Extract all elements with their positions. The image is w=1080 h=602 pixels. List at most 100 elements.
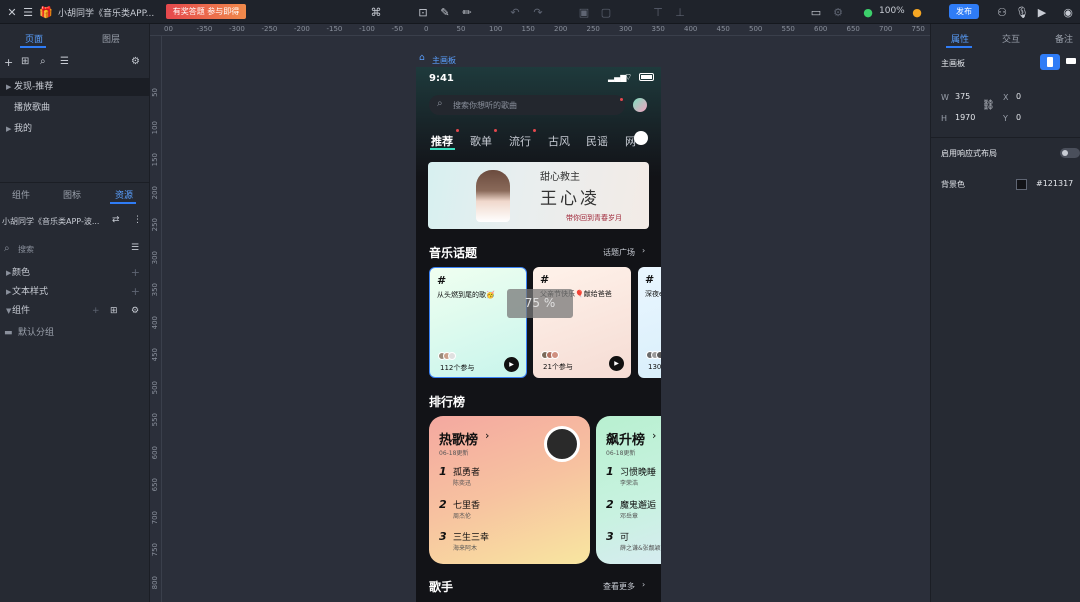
- page-settings-icon[interactable]: ⚙: [131, 56, 140, 67]
- tab-folk[interactable]: 民谣: [586, 133, 608, 149]
- y-field[interactable]: 0: [1016, 113, 1021, 122]
- settings-icon[interactable]: ⚙: [830, 4, 846, 20]
- page-item-playing[interactable]: 播放歌曲: [0, 99, 150, 117]
- x-field[interactable]: 0: [1016, 92, 1021, 101]
- add-page-icon[interactable]: +: [4, 56, 13, 69]
- artboard-label[interactable]: 主画板: [432, 55, 456, 66]
- coin-icon[interactable]: ●: [909, 4, 925, 20]
- chart-date: 06-18更新: [439, 450, 469, 457]
- topic-hash: #: [645, 273, 655, 286]
- align-top-icon[interactable]: ⊤: [650, 4, 666, 20]
- tab-playlist[interactable]: 歌单: [470, 133, 492, 149]
- topic-card[interactable]: # 父亲节快乐🎈献给爸爸 21个参与 ▶: [533, 267, 631, 378]
- list-view-icon[interactable]: ☰: [131, 243, 139, 253]
- tab-pages[interactable]: 页面: [25, 32, 43, 45]
- bg-color-value[interactable]: #121317: [1036, 179, 1073, 188]
- document-title[interactable]: 小胡同学《音乐类APP...: [58, 6, 154, 19]
- group-colors[interactable]: ▶ 颜色 +: [0, 264, 150, 282]
- settings-icon[interactable]: ⚙: [131, 302, 139, 320]
- chart-card-hot[interactable]: 热歌榜 › 06-18更新 1 孤勇者 陈奕迅 2 七里香 周杰伦 3 三生三幸…: [429, 416, 590, 564]
- redo-icon[interactable]: ↷: [530, 4, 546, 20]
- tab-layers[interactable]: 图层: [102, 32, 120, 45]
- tab-components[interactable]: 组件: [12, 188, 30, 201]
- switch-icon[interactable]: ⇄: [112, 215, 120, 225]
- tab-notes[interactable]: 备注: [1055, 32, 1073, 45]
- song-name[interactable]: 可: [620, 530, 629, 543]
- tab-recommend[interactable]: 推荐: [431, 133, 453, 149]
- pencil-tool-icon[interactable]: ✏: [459, 4, 475, 20]
- width-label: W: [941, 93, 949, 102]
- new-folder-icon[interactable]: ⊞: [21, 56, 29, 67]
- promo-banner[interactable]: 有奖答题 参与即得: [166, 4, 246, 19]
- zoom-level[interactable]: 100%: [879, 6, 905, 16]
- chart-title: 飙升榜: [606, 433, 646, 448]
- category-menu-icon[interactable]: [634, 131, 648, 145]
- pen-tool-icon[interactable]: ✎: [437, 4, 453, 20]
- chevron-right-icon: ›: [652, 429, 657, 442]
- avatar[interactable]: [633, 98, 647, 112]
- group-label: 文本样式: [12, 287, 49, 297]
- close-icon[interactable]: ✕: [4, 4, 20, 20]
- align-bottom-icon[interactable]: ⊥: [672, 4, 688, 20]
- gift-icon[interactable]: 🎁: [38, 4, 54, 20]
- page-item-mine[interactable]: ▶ 我的: [0, 120, 150, 138]
- song-name[interactable]: 三生三幸: [453, 530, 489, 543]
- add-icon[interactable]: +: [131, 283, 140, 301]
- add-icon[interactable]: +: [131, 264, 140, 282]
- tab-properties[interactable]: 属性: [951, 32, 969, 45]
- collaborators-icon[interactable]: ⚇: [994, 4, 1010, 20]
- topics-more-link[interactable]: 话题广场: [603, 247, 635, 258]
- more-icon[interactable]: ⋮: [133, 215, 142, 225]
- landscape-orientation-icon[interactable]: [1066, 58, 1076, 64]
- singers-more-link[interactable]: 查看更多: [603, 581, 635, 592]
- chevron-right-icon: ▶: [6, 288, 12, 296]
- group-components[interactable]: ▼ 组件 + ⊞ ⚙: [0, 302, 150, 320]
- new-folder-icon[interactable]: ⊞: [110, 302, 118, 320]
- song-name[interactable]: 孤勇者: [453, 465, 480, 478]
- user-avatar-icon[interactable]: ◉: [1060, 4, 1076, 20]
- song-name[interactable]: 魔鬼邂逅: [620, 498, 656, 511]
- song-name[interactable]: 习惯晚睡: [620, 465, 656, 478]
- width-field[interactable]: 375: [955, 92, 970, 101]
- undo-icon[interactable]: ↶: [507, 4, 523, 20]
- song-name[interactable]: 七里香: [453, 498, 480, 511]
- play-preview-icon[interactable]: ▶: [1034, 4, 1050, 20]
- default-group[interactable]: ▬ 默认分组: [0, 324, 150, 342]
- tab-ancient[interactable]: 古风: [548, 133, 570, 149]
- search-icon[interactable]: ⌕: [40, 56, 46, 67]
- path-tool-icon[interactable]: ⌘: [368, 4, 384, 20]
- height-field[interactable]: 1970: [955, 113, 975, 122]
- add-icon[interactable]: +: [92, 302, 100, 320]
- resource-search-input[interactable]: 搜索: [18, 244, 34, 255]
- ungroup-icon[interactable]: ▢: [598, 4, 614, 20]
- group-text-styles[interactable]: ▶ 文本样式 +: [0, 283, 150, 301]
- tab-resources[interactable]: 资源: [115, 188, 133, 201]
- page-item-discover[interactable]: ▶ 发现-推荐: [0, 78, 150, 96]
- chevron-right-icon[interactable]: ›: [642, 246, 645, 255]
- promo-banner[interactable]: 甜心教主 王心凌 带你回到青春岁月: [428, 162, 649, 229]
- publish-button[interactable]: 发布: [949, 4, 979, 19]
- list-view-icon[interactable]: ☰: [60, 56, 69, 67]
- link-ratio-icon[interactable]: ⛓: [982, 100, 995, 111]
- tab-pop[interactable]: 流行: [509, 133, 531, 149]
- portrait-orientation-button[interactable]: [1040, 54, 1060, 70]
- search-icon: ⌕: [4, 243, 10, 254]
- tab-icons[interactable]: 图标: [63, 188, 81, 201]
- play-icon[interactable]: ▶: [504, 357, 519, 372]
- phone-artboard[interactable]: 9:41 ▂▄▆ ⌔ ⌕ 搜索你想听的歌曲 推荐 歌单 流行 古风 民谣 网 甜…: [416, 67, 661, 602]
- tab-interaction[interactable]: 交互: [1002, 32, 1020, 45]
- menu-icon[interactable]: ☰: [20, 4, 36, 20]
- active-tab-indicator: [430, 148, 455, 150]
- chevron-right-icon[interactable]: ›: [642, 580, 645, 589]
- play-icon[interactable]: ▶: [609, 356, 624, 371]
- topic-card[interactable]: # 深夜emo听的歌 1301个参与 ▶: [638, 267, 661, 378]
- frame-tool-icon[interactable]: ⊡: [415, 4, 431, 20]
- chart-card-rising[interactable]: 飙升榜 › 06-18更新 1 习惯晚睡 李荣浩 2 魔鬼邂逅 邓岳章 3 可 …: [596, 416, 661, 564]
- topic-card[interactable]: # 从头燃到尾的歌🥳 112个参与 ▶: [429, 267, 527, 378]
- preview-device-icon[interactable]: ▭: [808, 4, 824, 20]
- ruler-tick-label: 300: [619, 25, 633, 33]
- project-name[interactable]: 小胡同学《音乐类APP-波...: [2, 216, 99, 227]
- microphone-icon[interactable]: 🎙: [1014, 4, 1030, 20]
- group-icon[interactable]: ▣: [576, 4, 592, 20]
- bg-color-swatch[interactable]: [1016, 179, 1027, 190]
